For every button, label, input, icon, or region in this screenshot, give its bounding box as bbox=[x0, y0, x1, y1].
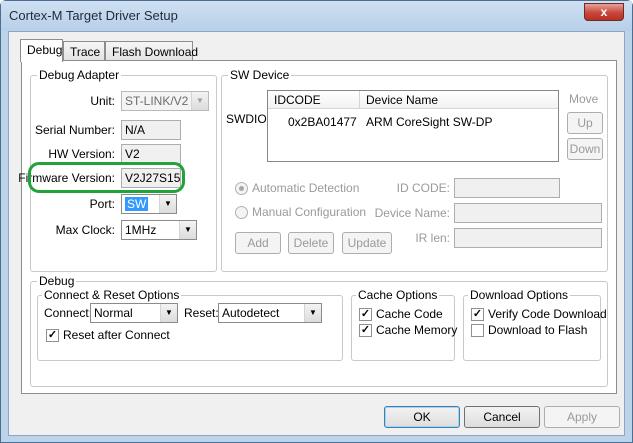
reset-select[interactable]: Autodetect ▼ bbox=[218, 303, 322, 323]
tab-trace-label: Trace bbox=[70, 45, 101, 59]
unit-select[interactable]: ST-LINK/V2 ▼ bbox=[121, 91, 209, 111]
debug-group-title: Debug bbox=[37, 274, 77, 288]
max-clock-select[interactable]: 1MHz ▼ bbox=[121, 220, 197, 240]
delete-button[interactable]: Delete bbox=[288, 232, 334, 254]
cache-code-label: Cache Code bbox=[376, 307, 443, 321]
serial-number-label: Serial Number: bbox=[34, 123, 115, 137]
device-name-field[interactable] bbox=[454, 203, 602, 223]
reset-after-connect-checkbox[interactable]: ✓ bbox=[46, 329, 59, 342]
idcode-column-header[interactable]: IDCODE bbox=[268, 91, 360, 109]
cache-options-title: Cache Options bbox=[356, 288, 440, 302]
verify-code-download-label: Verify Code Download bbox=[488, 307, 607, 321]
cache-code-checkbox[interactable]: ✓ bbox=[359, 308, 372, 321]
row-device-name[interactable]: ARM CoreSight SW-DP bbox=[366, 115, 492, 129]
tab-debug-label: Debug bbox=[27, 43, 63, 57]
hw-version-label: HW Version: bbox=[48, 147, 115, 161]
device-name-column-header[interactable]: Device Name bbox=[360, 91, 558, 109]
window-title: Cortex-M Target Driver Setup bbox=[9, 8, 178, 23]
cache-memory-label: Cache Memory bbox=[376, 323, 458, 337]
apply-button[interactable]: Apply bbox=[544, 406, 620, 428]
debug-tab-page: Debug Adapter Unit: ST-LINK/V2 ▼ Serial N… bbox=[18, 60, 617, 394]
manual-configuration-radio[interactable] bbox=[235, 206, 248, 219]
port-value: SW bbox=[125, 197, 149, 211]
update-button[interactable]: Update bbox=[342, 232, 392, 254]
add-button[interactable]: Add bbox=[235, 232, 281, 254]
chevron-down-icon: ▼ bbox=[304, 304, 321, 322]
port-select[interactable]: SW ▼ bbox=[121, 194, 177, 214]
ok-button[interactable]: OK bbox=[384, 406, 460, 428]
sw-device-title: SW Device bbox=[228, 68, 292, 82]
port-label: Port: bbox=[89, 197, 115, 211]
move-label: Move bbox=[569, 92, 599, 106]
debug-group: Debug Connect & Reset Options Connect: N… bbox=[30, 274, 608, 387]
id-code-label: ID CODE: bbox=[396, 181, 450, 195]
automatic-detection-label: Automatic Detection bbox=[252, 181, 360, 195]
ir-len-label: IR len: bbox=[415, 231, 450, 245]
serial-number-field[interactable]: N/A bbox=[121, 120, 181, 140]
max-clock-label: Max Clock: bbox=[55, 223, 115, 237]
connect-value: Normal bbox=[94, 306, 133, 320]
swdio-label: SWDIO bbox=[226, 112, 267, 126]
debug-adapter-group: Debug Adapter Unit: ST-LINK/V2 ▼ Serial N… bbox=[18, 68, 217, 272]
id-code-field[interactable] bbox=[454, 178, 560, 198]
close-icon[interactable]: x bbox=[584, 3, 624, 21]
connect-label: Connect: bbox=[44, 306, 93, 320]
chevron-down-icon: ▼ bbox=[160, 304, 177, 322]
dialog-window: Cortex-M Target Driver Setup x Debug Tra… bbox=[0, 0, 633, 443]
chevron-down-icon: ▼ bbox=[159, 195, 176, 213]
cancel-button[interactable]: Cancel bbox=[464, 406, 540, 428]
hw-version-field[interactable]: V2 bbox=[121, 144, 181, 164]
tab-trace[interactable]: Trace bbox=[63, 41, 105, 61]
firmware-highlight-outline bbox=[28, 162, 185, 193]
sw-device-list[interactable]: IDCODE Device Name 0x2BA01477 ARM CoreSi… bbox=[267, 90, 559, 162]
unit-value: ST-LINK/V2 bbox=[125, 94, 189, 108]
connect-reset-group: Connect & Reset Options Connect: Normal ▼… bbox=[37, 288, 343, 361]
connect-select[interactable]: Normal ▼ bbox=[90, 303, 178, 323]
move-down-button[interactable]: Down bbox=[567, 138, 603, 160]
download-to-flash-checkbox[interactable] bbox=[471, 324, 484, 337]
ir-len-field[interactable] bbox=[454, 228, 602, 248]
download-options-group: Download Options ✓ Verify Code Download … bbox=[463, 288, 607, 361]
download-to-flash-label: Download to Flash bbox=[488, 323, 588, 337]
chevron-down-icon: ▼ bbox=[191, 92, 208, 110]
chevron-down-icon: ▼ bbox=[179, 221, 196, 239]
tab-debug[interactable]: Debug bbox=[20, 39, 63, 62]
move-up-button[interactable]: Up bbox=[567, 112, 603, 134]
cache-options-group: Cache Options ✓ Cache Code ✓ Cache Memor… bbox=[351, 288, 458, 361]
title-bar[interactable]: Cortex-M Target Driver Setup x bbox=[1, 1, 632, 31]
row-idcode[interactable]: 0x2BA01477 bbox=[288, 115, 357, 129]
download-options-title: Download Options bbox=[468, 288, 571, 302]
sw-device-group: SW Device SWDIO IDCODE Device Name 0x2BA… bbox=[221, 68, 608, 272]
verify-code-download-checkbox[interactable]: ✓ bbox=[471, 308, 484, 321]
tab-flash-download[interactable]: Flash Download bbox=[105, 41, 198, 61]
dialog-client: Debug Trace Flash Download Debug Adapter… bbox=[8, 31, 625, 436]
reset-label: Reset: bbox=[184, 306, 219, 320]
max-clock-value: 1MHz bbox=[125, 223, 157, 237]
connect-reset-title: Connect & Reset Options bbox=[42, 288, 182, 302]
cache-memory-checkbox[interactable]: ✓ bbox=[359, 324, 372, 337]
reset-value: Autodetect bbox=[222, 306, 280, 320]
tab-flash-download-label: Flash Download bbox=[112, 45, 199, 59]
reset-after-connect-label: Reset after Connect bbox=[63, 328, 170, 342]
unit-label: Unit: bbox=[90, 94, 115, 108]
manual-configuration-label: Manual Configuration bbox=[252, 205, 367, 219]
automatic-detection-radio[interactable] bbox=[235, 182, 248, 195]
device-name-label: Device Name: bbox=[374, 206, 450, 220]
debug-adapter-title: Debug Adapter bbox=[37, 68, 122, 82]
